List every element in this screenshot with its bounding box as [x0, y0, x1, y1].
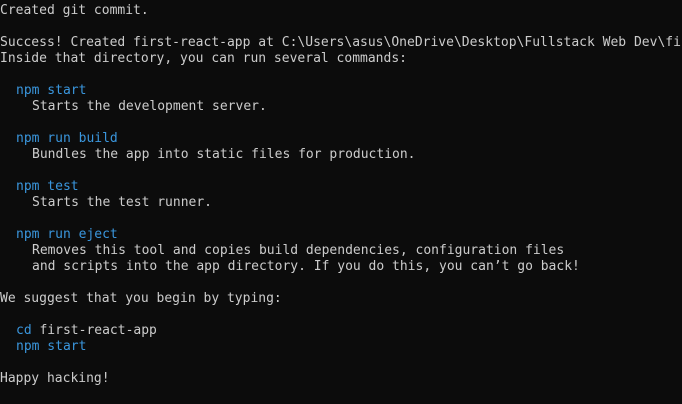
command-description: and scripts into the app directory. If y…: [32, 259, 580, 274]
cd-command: cd: [16, 323, 32, 338]
command-npm-start: npm start: [16, 83, 87, 98]
command-npm-test: npm test: [16, 179, 79, 194]
directory-name: first-react-app: [31, 323, 157, 338]
suggest-npm-start: npm start: [16, 339, 87, 354]
inside-directory-line: Inside that directory, you can run sever…: [0, 51, 407, 66]
command-npm-run-build: npm run build: [16, 131, 118, 146]
command-description: Starts the development server.: [32, 99, 267, 114]
created-commit-line: Created git commit.: [0, 3, 149, 18]
happy-hacking-line: Happy hacking!: [0, 371, 110, 386]
terminal-window[interactable]: Created git commit. Success! Created fir…: [0, 0, 682, 404]
suggest-cd-line: cd first-react-app: [0, 323, 682, 339]
suggest-line: We suggest that you begin by typing:: [0, 291, 282, 306]
command-npm-run-eject: npm run eject: [16, 227, 118, 242]
command-description: Starts the test runner.: [32, 195, 213, 210]
command-description: Removes this tool and copies build depen…: [32, 243, 565, 258]
success-line: Success! Created first-react-app at C:\U…: [0, 35, 681, 50]
command-description: Bundles the app into static files for pr…: [32, 147, 416, 162]
